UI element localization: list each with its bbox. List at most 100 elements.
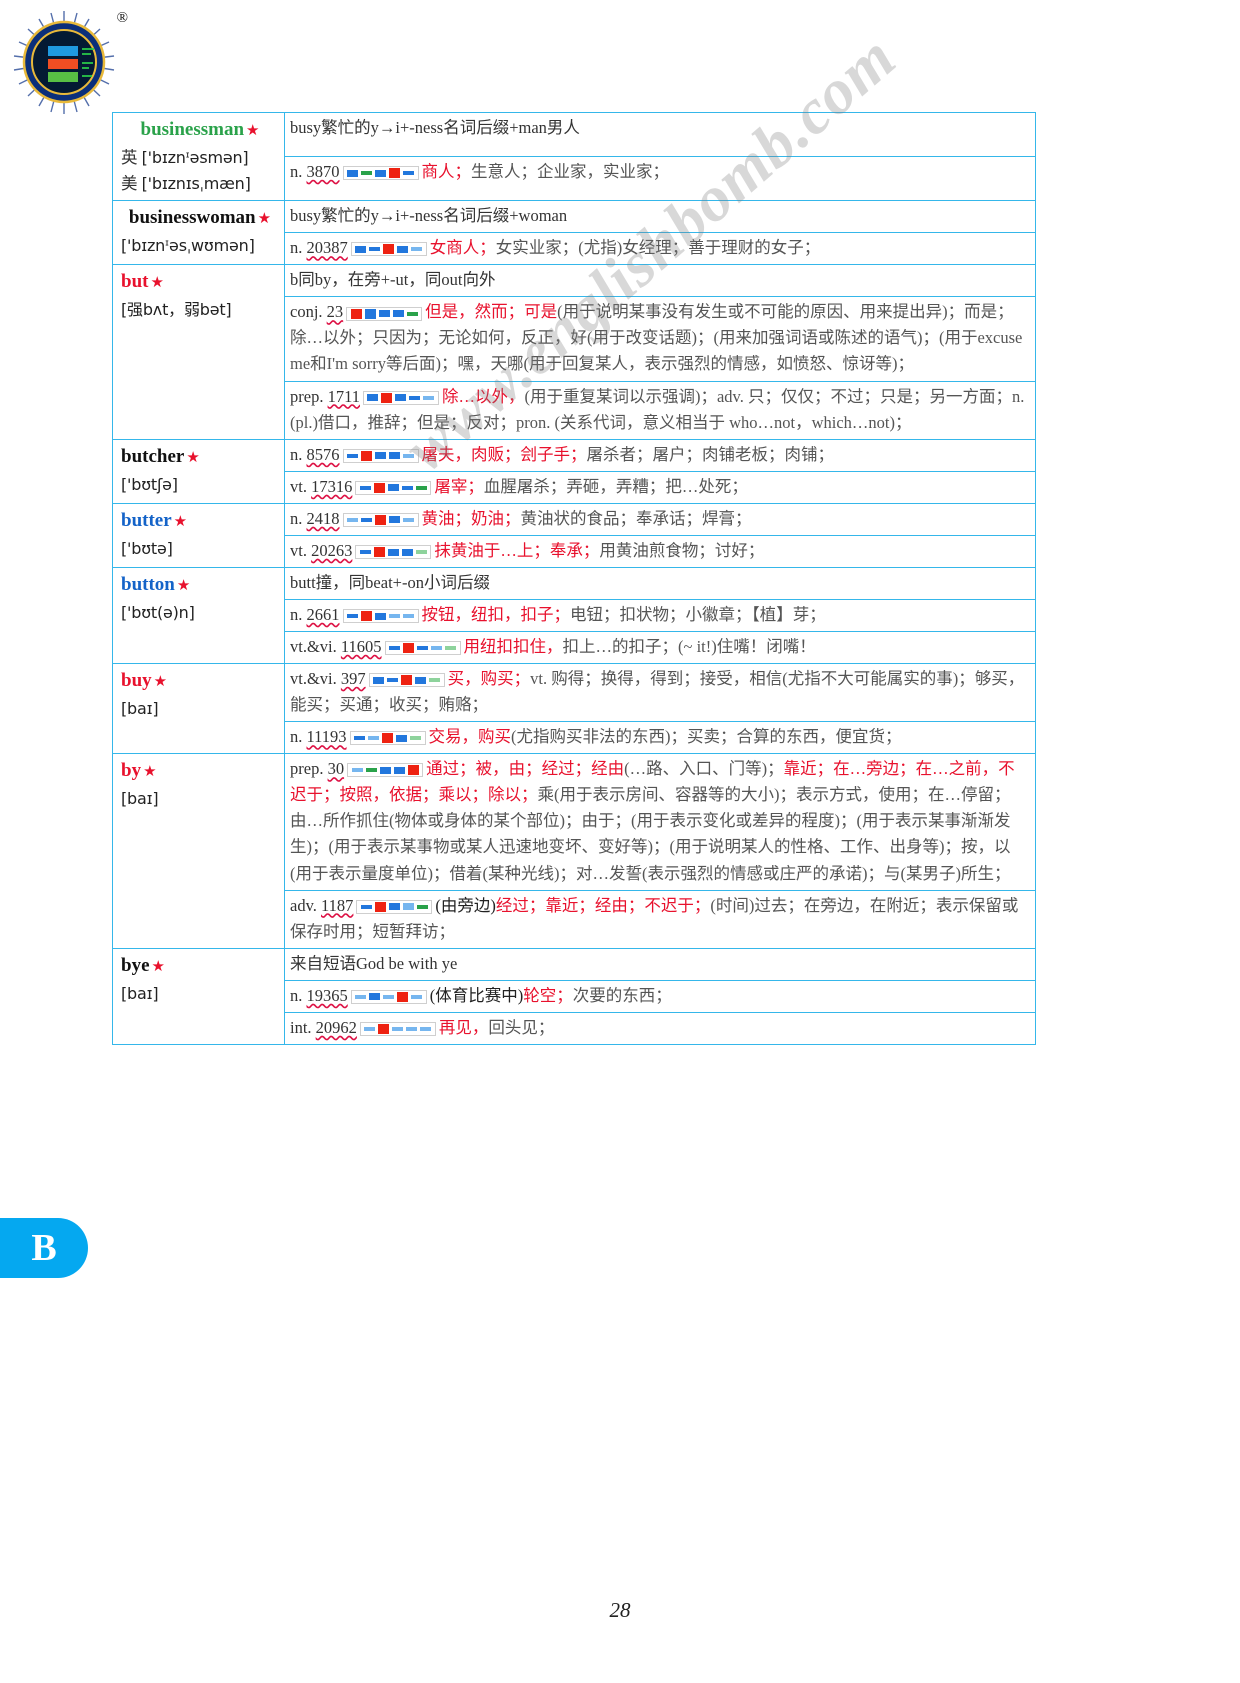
etymology-cell: butt撞，同beat+-on小词后缀 [284, 566, 1036, 600]
part-of-speech: n. [290, 162, 307, 182]
definition-cell: prep. 1711 除…以外，(用于重复某词以示强调)；adv. 只；仅仅；不过… [284, 380, 1036, 440]
frequency-rank: 1187 [321, 895, 354, 915]
headword-cell: businessman ★ 英 ['bɪznᶦəsmən] 美 ['bɪznɪsˌmæ… [112, 111, 285, 202]
definition-secondary: 扣上…的扣子；(~ it!)住嘴！闭嘴！ [562, 637, 816, 657]
frequency-bars [342, 448, 419, 463]
headword: businessman [140, 119, 245, 140]
etymology-text: 来自短语God be with ye [290, 953, 458, 973]
frequency-bars [346, 306, 423, 321]
headword: button [121, 573, 175, 595]
definition-cell: vt.&vi. 397 买，购买；vt. 购得；换得，得到；接受，相信(尤指不大可… [284, 663, 1036, 723]
headword: but [121, 271, 149, 293]
star-icon: ★ [153, 674, 168, 691]
frequency-bars [355, 545, 432, 560]
frequency-bars [350, 989, 427, 1004]
definition-cell: vt. 17316 屠宰；血腥屠杀；弄砸，弄糟；把…处死； [284, 470, 1036, 504]
definition-cell: vt.&vi. 11605 用纽扣扣住，扣上…的扣子；(~ it!)住嘴！闭嘴！ [284, 631, 1036, 665]
headword-cell: but ★ [强bʌt，弱bət] [112, 264, 285, 440]
definition-primary: 通过；被，由；经过；经由 [426, 759, 625, 779]
definition-cell: int. 20962 再见，回头见； [284, 1011, 1036, 1045]
definition-cell: n. 3870 商人；生意人；企业家，实业家； [284, 156, 1036, 202]
pronunciation: ['bɪznᶦəsˌwʊmən] [121, 236, 255, 256]
definition-secondary: (尤指购买非法的东西)；买卖；合算的东西，便宜货； [511, 727, 902, 747]
headword: bye [121, 954, 150, 976]
definition-secondary: 次要的东西； [572, 985, 672, 1005]
part-of-speech: n. [290, 444, 307, 464]
headword-cell: butter ★ ['bʊtə] [112, 502, 285, 568]
definition-primary: 按钮，纽扣，扣子； [421, 604, 571, 624]
pronunciation: [强bʌt，弱bət] [121, 300, 232, 320]
part-of-speech: n. [290, 508, 307, 528]
frequency-rank: 23 [326, 302, 344, 322]
frequency-rank: 11605 [340, 637, 382, 657]
page-number: 28 [609, 1598, 631, 1622]
part-of-speech: vt. [290, 540, 312, 560]
frequency-bars [362, 390, 439, 405]
pronunciation: 英 ['bɪznᶦəsmən] [121, 148, 249, 168]
definition-primary: 交易，购买 [428, 727, 512, 747]
definition-cell: prep. 30 通过；被，由；经过；经由(…路、入口、门等)；靠近；在…旁边；在… [284, 753, 1036, 891]
frequency-rank: 2418 [306, 508, 340, 528]
part-of-speech: vt.&vi. [290, 669, 341, 689]
star-icon: ★ [246, 123, 260, 139]
star-icon: ★ [186, 449, 200, 466]
definition-cell: conj. 23 但是，然而；可是(用于说明某事没有发生或不可能的原因、用来提出异… [284, 296, 1036, 382]
definition-primary: 黄油；奶油； [421, 508, 521, 528]
entry-row: butcher ★ ['bʊtʃə] n. 8576 屠夫，肉贩；刽子手；屠杀者；屠户；… [112, 438, 1036, 504]
entry-row: businessman ★ 英 ['bɪznᶦəsmən] 美 ['bɪznɪsˌmæ… [112, 111, 1036, 202]
frequency-bars [356, 899, 433, 914]
definition-primary: 商人； [421, 162, 472, 182]
brand-logo: ® [8, 6, 128, 118]
star-icon: ★ [176, 577, 191, 594]
headword-cell: by ★ [baɪ] [112, 753, 285, 949]
part-of-speech: prep. [290, 759, 328, 779]
headword: businesswoman [128, 207, 256, 229]
definition-secondary: 用黄油煎食物；讨好； [599, 540, 765, 560]
definition-cell: n. 2661 按钮，纽扣，扣子；电钮；扣状物；小徽章；【植】芽； [284, 598, 1036, 633]
entry-row: businesswoman ★ ['bɪznᶦəsˌwʊmən] busy繁忙的y→i… [112, 200, 1036, 266]
definition-primary: 买，购买； [447, 669, 531, 689]
etymology-text: busy繁忙的y→i+-ness名词后缀+woman [290, 206, 568, 226]
frequency-rank: 19365 [306, 985, 348, 1005]
letter-tab-b[interactable]: B [0, 1218, 88, 1278]
registered-mark: ® [116, 10, 128, 26]
pronunciation: [baɪ] [121, 983, 159, 1003]
frequency-rank: 11193 [306, 727, 347, 747]
etymology-cell: busy繁忙的y→i+-ness名词后缀+man男人 [284, 111, 1036, 158]
frequency-rank: 20387 [306, 238, 348, 258]
star-icon: ★ [173, 513, 188, 530]
frequency-rank: 20263 [311, 540, 353, 560]
definition-secondary: 黄油状的食品；奉承话；焊膏； [520, 508, 752, 528]
etymology-cell: 来自短语God be with ye [284, 947, 1036, 981]
definition-secondary: 屠杀者；屠户；肉铺老板；肉铺； [586, 444, 835, 464]
entry-row: buy ★ [baɪ] vt.&vi. 397 买，购买；vt. 购得；换得，得到；接受… [112, 663, 1036, 755]
headword-cell: button ★ ['bʊt(ə)n] [112, 566, 285, 665]
etymology-text: busy繁忙的y→i+-ness名词后缀+man男人 [290, 118, 580, 137]
star-icon: ★ [257, 211, 272, 228]
definition-note: (体育比赛中) [429, 985, 524, 1005]
etymology-text: butt撞，同beat+-on小词后缀 [290, 572, 490, 592]
frequency-bars [368, 673, 445, 688]
part-of-speech: conj. [290, 302, 327, 322]
definition-cell: vt. 20263 抹黄油于…上；奉承；用黄油煎食物；讨好； [284, 534, 1036, 568]
definition-primary: 再见， [438, 1017, 489, 1037]
definition-secondary: 血腥屠杀；弄砸，弄糟；把…处死； [483, 476, 748, 496]
definition-cell: n. 8576 屠夫，肉贩；刽子手；屠杀者；屠户；肉铺老板；肉铺； [284, 438, 1036, 472]
frequency-bars [349, 731, 426, 746]
definition-cell: n. 20387 女商人；女实业家；(尤指)女经理；善于理财的女子； [284, 232, 1036, 266]
part-of-speech: n. [290, 727, 307, 747]
pronunciation: ['bʊtʃə] [121, 474, 178, 494]
headword: by [121, 760, 142, 782]
definition-cell: n. 2418 黄油；奶油；黄油状的食品；奉承话；焊膏； [284, 502, 1036, 536]
definition-secondary: 女实业家；(尤指)女经理；善于理财的女子； [495, 238, 821, 258]
frequency-bars [355, 480, 432, 495]
definition-primary: 轮空； [523, 985, 573, 1005]
frequency-rank: 17316 [311, 476, 353, 496]
part-of-speech: n. [290, 985, 307, 1005]
definition-primary: 抹黄油于…上；奉承； [434, 540, 600, 560]
part-of-speech: vt.&vi. [290, 637, 341, 657]
definition-primary: 但是，然而；可是 [425, 302, 558, 322]
entry-row: but ★ [强bʌt，弱bət] b同by，在旁+-ut，同out向外 [112, 264, 1036, 440]
definition-primary: 屠宰； [434, 476, 484, 496]
pronunciation: ['bʊtə] [121, 538, 173, 558]
